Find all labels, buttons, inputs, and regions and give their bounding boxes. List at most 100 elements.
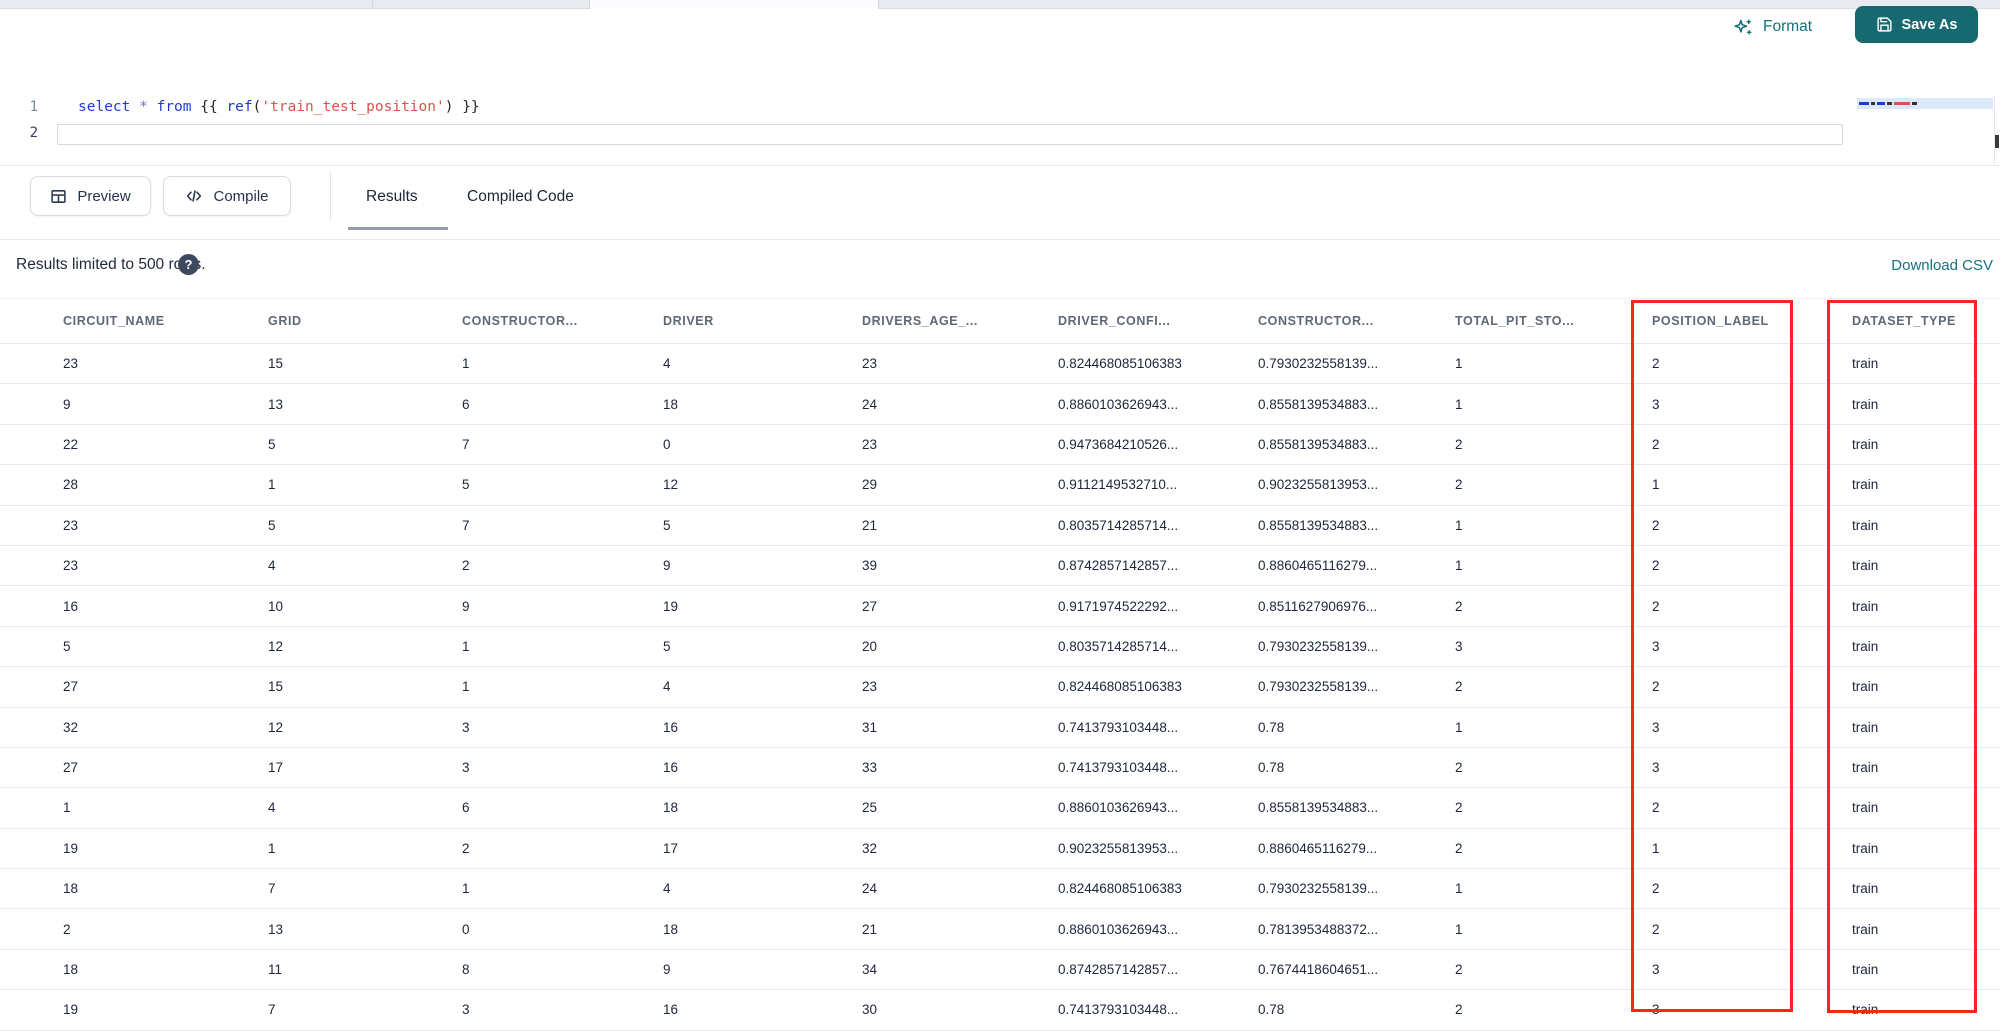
column-header: POSITION_LABEL	[1589, 298, 1789, 344]
sparkles-icon	[1733, 17, 1754, 38]
table-cell: 7	[205, 868, 399, 910]
save-icon	[1876, 16, 1893, 33]
tab-strip-divider	[372, 0, 373, 8]
table-cell: 0.78	[1195, 747, 1392, 789]
table-cell: 1	[1589, 828, 1789, 870]
table-cell: 2	[1589, 908, 1789, 950]
table-cell: 15	[205, 666, 399, 708]
table-row: 16 10 9 19 27 0.9171974522292... 0.85116279069…	[0, 585, 2000, 627]
table-cell: 0	[399, 908, 600, 950]
active-browser-tab-edge[interactable]	[589, 0, 879, 9]
code-token-brace: {{	[200, 99, 218, 115]
table-cell: 0.7413793103448...	[995, 747, 1195, 789]
table-cell: 2	[1589, 424, 1789, 466]
code-minimap[interactable]	[1857, 98, 1993, 166]
download-csv-link[interactable]: Download CSV	[1891, 257, 1993, 274]
table-cell: 0.9112149532710...	[995, 464, 1195, 506]
format-button[interactable]: Format	[1733, 14, 1812, 40]
table-cell: 5	[399, 464, 600, 506]
table-row: 9 13 6 18 24 0.8860103626943... 0.855813953488…	[0, 383, 2000, 425]
table-cell: 16	[600, 989, 799, 1031]
table-cell: 19	[0, 989, 205, 1031]
browser-tab-strip	[0, 0, 2000, 9]
table-cell: 2	[1392, 666, 1589, 708]
sql-editor[interactable]: 1 2 select * from {{ ref('train_test_pos…	[0, 48, 2000, 166]
table-cell: 0.7413793103448...	[995, 989, 1195, 1031]
table-cell: 1	[0, 787, 205, 829]
table-cell: 27	[799, 585, 995, 627]
table-cell: 1	[1392, 383, 1589, 425]
table-cell: 2	[0, 908, 205, 950]
table-cell: 0.824468085106383	[995, 666, 1195, 708]
table-header-row: CIRCUIT_NAME GRID CONSTRUCTOR... DRIVER DRIV…	[0, 298, 2000, 344]
code-token-operator: *	[139, 99, 148, 115]
preview-button-label: Preview	[77, 187, 131, 205]
table-cell: train	[1789, 908, 2000, 950]
table-cell: 0.7930232558139...	[1195, 343, 1392, 385]
table-cell: 3	[1589, 747, 1789, 789]
table-cell: train	[1789, 747, 2000, 789]
table-cell: 0.9171974522292...	[995, 585, 1195, 627]
table-row: 19 7 3 16 30 0.7413793103448... 0.78 2 3 train	[0, 989, 2000, 1031]
active-line-highlight	[57, 124, 1843, 145]
table-cell: 1	[1392, 707, 1589, 748]
table-cell: 2	[1392, 989, 1589, 1031]
table-cell: 13	[205, 908, 399, 950]
table-cell: 10	[205, 585, 399, 627]
table-cell: 0.7413793103448...	[995, 707, 1195, 748]
table-row: 19 1 2 17 32 0.9023255813953... 0.886046511627…	[0, 828, 2000, 870]
table-cell: 18	[600, 383, 799, 425]
table-cell: 1	[399, 343, 600, 385]
table-cell: 0.8860103626943...	[995, 787, 1195, 829]
column-header: DATASET_TYPE	[1789, 298, 2000, 344]
table-cell: 2	[1589, 666, 1789, 708]
table-cell: 2	[1589, 787, 1789, 829]
table-cell: 16	[600, 707, 799, 748]
editor-right-border	[1994, 96, 1995, 166]
table-cell: 33	[799, 747, 995, 789]
table-cell: 0.8860465116279...	[1195, 828, 1392, 870]
sql-code-line[interactable]: select * from {{ ref('train_test_positio…	[78, 99, 480, 115]
toolbar-divider	[330, 171, 331, 221]
table-cell: 7	[399, 505, 600, 546]
table-cell: 17	[205, 747, 399, 789]
table-cell: 4	[600, 666, 799, 708]
tab-results[interactable]: Results	[366, 188, 418, 206]
compile-button[interactable]: Compile	[163, 176, 291, 216]
table-cell: 18	[600, 787, 799, 829]
table-cell: train	[1789, 707, 2000, 748]
column-header: CONSTRUCTOR...	[399, 298, 600, 344]
table-cell: 0.78	[1195, 707, 1392, 748]
table-row: 22 5 7 0 23 0.9473684210526... 0.8558139534883…	[0, 424, 2000, 466]
line-number-1: 1	[29, 99, 38, 115]
table-cell: 0.8742857142857...	[995, 949, 1195, 991]
table-cell: train	[1789, 949, 2000, 991]
table-cell: 13	[205, 383, 399, 425]
code-token-keyword: from	[156, 99, 192, 115]
table-cell: 1	[205, 828, 399, 870]
table-cell: 9	[600, 949, 799, 991]
compile-button-label: Compile	[213, 187, 269, 205]
table-cell: 34	[799, 949, 995, 991]
table-cell: train	[1789, 505, 2000, 546]
table-cell: 19	[0, 828, 205, 870]
table-cell: 3	[399, 747, 600, 789]
table-cell: 7	[399, 424, 600, 466]
table-cell: 0.8558139534883...	[1195, 383, 1392, 425]
table-cell: 0.824468085106383	[995, 343, 1195, 385]
tab-compiled-code[interactable]: Compiled Code	[467, 188, 574, 206]
save-as-button[interactable]: Save As	[1855, 6, 1978, 43]
table-cell: train	[1789, 666, 2000, 708]
table-cell: 2	[1392, 949, 1589, 991]
help-icon[interactable]: ?	[178, 254, 199, 275]
table-row: 32 12 3 16 31 0.7413793103448... 0.78 1 3 train	[0, 707, 2000, 748]
preview-button[interactable]: Preview	[30, 176, 151, 216]
table-cell: 23	[799, 666, 995, 708]
table-cell: 9	[600, 545, 799, 587]
table-row: 23 15 1 4 23 0.824468085106383 0.7930232558139…	[0, 343, 2000, 385]
editor-scrollbar[interactable]	[1995, 135, 1999, 148]
table-cell: 12	[205, 707, 399, 748]
column-header: GRID	[205, 298, 399, 344]
table-cell: 32	[799, 828, 995, 870]
